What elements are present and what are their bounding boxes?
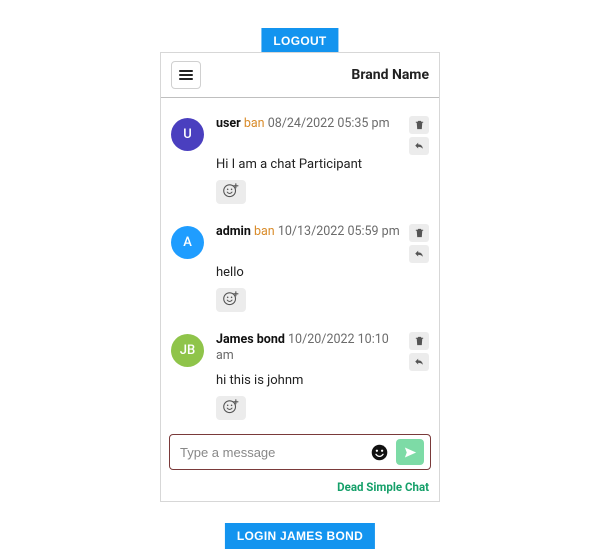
- ban-link[interactable]: ban: [244, 116, 265, 131]
- avatar: A: [171, 226, 204, 259]
- message-timestamp: 10/13/2022 05:59 pm: [278, 224, 400, 239]
- ban-link[interactable]: ban: [254, 224, 275, 239]
- chat-header: Brand Name: [161, 53, 439, 98]
- send-icon: [403, 445, 418, 460]
- message-text: hello: [216, 265, 429, 282]
- message-meta: user ban 08/24/2022 05:35 pm: [216, 116, 401, 132]
- message-username: user: [216, 116, 241, 131]
- message-meta: James bond 10/20/2022 10:10 am: [216, 332, 401, 365]
- add-reaction-button[interactable]: [216, 180, 246, 204]
- add-reaction-icon: [222, 289, 240, 311]
- smile-icon: [371, 444, 388, 461]
- powered-by-link[interactable]: Dead Simple Chat: [337, 480, 429, 494]
- hamburger-icon: [179, 70, 193, 80]
- message-timestamp: 08/24/2022 05:35 pm: [268, 116, 390, 131]
- add-reaction-icon: [222, 397, 240, 419]
- delete-message-button[interactable]: [409, 116, 429, 134]
- message-text: Hi I am a chat Participant: [216, 157, 429, 174]
- menu-button[interactable]: [171, 61, 201, 89]
- composer: [161, 428, 439, 474]
- login-button[interactable]: LOGIN JAMES BOND: [225, 523, 375, 549]
- delete-message-button[interactable]: [409, 332, 429, 350]
- message-text: hi this is johnm: [216, 373, 429, 390]
- reply-button[interactable]: [409, 245, 429, 263]
- footer: Dead Simple Chat: [161, 474, 439, 501]
- message-row: Aadmin ban 10/13/2022 05:59 pm hello: [161, 216, 439, 324]
- message-input[interactable]: [180, 445, 363, 460]
- reply-icon: [413, 357, 425, 367]
- message-username: admin: [216, 224, 251, 239]
- add-reaction-button[interactable]: [216, 396, 246, 420]
- delete-message-button[interactable]: [409, 224, 429, 242]
- reply-icon: [413, 141, 425, 151]
- add-reaction-icon: [222, 181, 240, 203]
- trash-icon: [414, 227, 425, 239]
- add-reaction-button[interactable]: [216, 288, 246, 312]
- reply-button[interactable]: [409, 353, 429, 371]
- brand-name: Brand Name: [351, 67, 429, 83]
- emoji-picker-button[interactable]: [371, 444, 388, 461]
- message-row: Uuser ban 08/24/2022 05:35 pm Hi I am a c…: [161, 108, 439, 216]
- trash-icon: [414, 119, 425, 131]
- message-username: James bond: [216, 332, 285, 347]
- trash-icon: [414, 335, 425, 347]
- message-row: JB James bond 10/20/2022 10:10 am hi this …: [161, 324, 439, 428]
- reply-button[interactable]: [409, 137, 429, 155]
- messages-list[interactable]: Uuser ban 08/24/2022 05:35 pm Hi I am a c…: [161, 98, 439, 428]
- avatar: U: [171, 118, 204, 151]
- avatar: JB: [171, 334, 204, 367]
- message-meta: admin ban 10/13/2022 05:59 pm: [216, 224, 401, 240]
- send-button[interactable]: [396, 439, 424, 465]
- composer-input-row: [169, 434, 431, 470]
- chat-panel: Brand Name Uuser ban 08/24/2022 05:35 pm…: [160, 52, 440, 502]
- reply-icon: [413, 249, 425, 259]
- logout-button[interactable]: LOGOUT: [261, 28, 338, 54]
